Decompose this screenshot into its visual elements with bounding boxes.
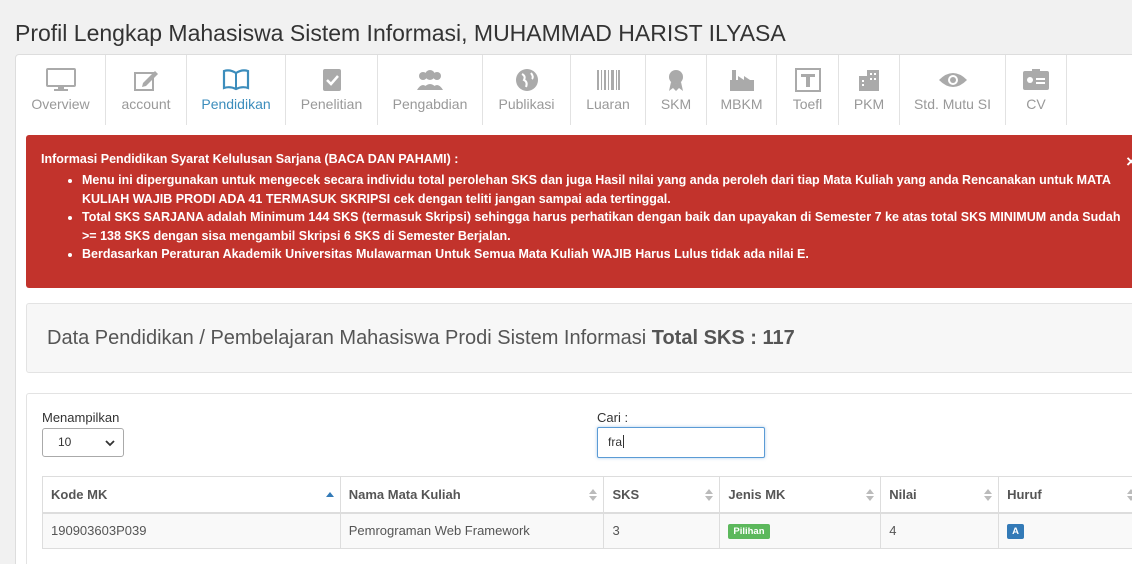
alert-item: Total SKS SARJANA adalah Minimum 144 SKS… <box>82 208 1122 245</box>
tab-luaran[interactable]: Luaran <box>571 55 646 125</box>
tab-label: Overview <box>31 96 90 112</box>
tab-pengabdian[interactable]: Pengabdian <box>378 55 483 125</box>
alert-item: Menu ini dipergunakan untuk mengecek sec… <box>82 171 1122 208</box>
summary-heading: Data Pendidikan / Pembelajaran Mahasiswa… <box>47 327 795 350</box>
header-label: Nama Mata Kuliah <box>348 486 461 502</box>
grade-badge: A <box>1007 524 1024 540</box>
tab-cv[interactable]: CV <box>1006 55 1067 125</box>
barcode-icon <box>597 70 620 90</box>
text-cursor <box>623 435 625 448</box>
jenis-badge: Pilihan <box>728 524 770 540</box>
cell-huruf: A <box>998 512 1132 549</box>
cell-nama-mata-kuliah: Pemrograman Web Framework <box>339 512 605 549</box>
sort-both-icon <box>866 489 875 501</box>
table-row: 190903603P039 Pemrograman Web Framework … <box>42 512 1132 549</box>
summary-box: Data Pendidikan / Pembelajaran Mahasiswa… <box>26 303 1132 373</box>
alert-close-button[interactable]: × <box>1126 152 1132 172</box>
sort-both-icon <box>705 489 714 501</box>
tab-skm[interactable]: SKM <box>646 55 707 125</box>
column-header-nilai[interactable]: Nilai <box>880 476 1000 514</box>
courses-table: Kode MK Nama Mata Kuliah SKS Jenis MK Ni… <box>42 476 1132 549</box>
page-length-select[interactable]: 10 <box>42 428 124 457</box>
requirements-alert: Informasi Pendidikan Syarat Kelulusan Sa… <box>26 135 1132 288</box>
industry-icon <box>729 70 754 91</box>
column-header-huruf[interactable]: Huruf <box>998 476 1132 514</box>
text-t-icon <box>794 68 821 92</box>
tab-overview[interactable]: Overview <box>16 55 106 125</box>
tab-label: Std. Mutu SI <box>913 96 992 112</box>
page-title: Profil Lengkap Mahasiswa Sistem Informas… <box>15 20 786 46</box>
cell-sks: 3 <box>603 512 721 549</box>
globe-icon <box>515 69 538 91</box>
tab-label: MBKM <box>720 96 763 112</box>
page-length-label: Menampilkan <box>42 410 120 425</box>
tab-penelitian[interactable]: Penelitian <box>286 55 378 125</box>
tab-pendidikan[interactable]: Pendidikan <box>187 55 286 125</box>
header-label: Huruf <box>1007 486 1042 502</box>
column-header-sks[interactable]: SKS <box>603 476 721 514</box>
summary-text: Data Pendidikan / Pembelajaran Mahasiswa… <box>47 327 652 349</box>
tab-label: account <box>121 96 171 112</box>
monitor-icon <box>45 68 76 91</box>
tab-label: PKM <box>853 96 885 112</box>
sort-both-icon <box>589 489 598 501</box>
header-label: SKS <box>612 486 640 502</box>
sort-both-icon <box>984 489 993 501</box>
building-icon <box>859 70 879 91</box>
tab-label: Publikasi <box>498 96 555 112</box>
header-label: Kode MK <box>51 486 108 502</box>
users-icon <box>417 70 443 90</box>
cell-nilai: 4 <box>880 512 1000 549</box>
edit-icon <box>134 71 158 91</box>
sort-both-icon <box>1127 489 1132 501</box>
profile-tabs: Overview account Pendidikan Penelitian P… <box>15 54 1132 126</box>
table-header-row: Kode MK Nama Mata Kuliah SKS Jenis MK Ni… <box>42 476 1132 514</box>
sort-asc-icon <box>325 492 334 497</box>
tab-label: CV <box>1026 96 1046 112</box>
tab-label: Pendidikan <box>201 96 271 112</box>
tab-label: Luaran <box>586 96 630 112</box>
search-input-value: fra <box>608 435 623 449</box>
page-length-value: 10 <box>58 435 72 449</box>
search-input[interactable]: fra <box>597 427 765 458</box>
header-label: Nilai <box>889 486 917 502</box>
book-icon <box>222 69 250 91</box>
tab-publikasi[interactable]: Publikasi <box>483 55 571 125</box>
alert-item: Berdasarkan Peraturan Akademik Universit… <box>82 245 1122 264</box>
tab-label: Toefl <box>792 96 823 112</box>
tab-std-mutu-si[interactable]: Std. Mutu SI <box>900 55 1006 125</box>
total-sks: Total SKS : 117 <box>651 327 795 349</box>
tab-account[interactable]: account <box>106 55 187 125</box>
alert-list: Menu ini dipergunakan untuk mengecek sec… <box>82 171 1122 264</box>
cell-jenis-mk: Pilihan <box>719 512 882 549</box>
tab-label: Penelitian <box>300 96 363 112</box>
alert-heading: Informasi Pendidikan Syarat Kelulusan Sa… <box>41 152 459 166</box>
tab-mbkm[interactable]: MBKM <box>707 55 777 125</box>
tab-toefl[interactable]: Toefl <box>777 55 839 125</box>
tab-label: Pengabdian <box>392 96 468 112</box>
chevron-down-icon <box>105 440 115 447</box>
search-label: Cari : <box>597 410 629 425</box>
tab-pkm[interactable]: PKM <box>839 55 900 125</box>
column-header-kode-mk[interactable]: Kode MK <box>42 476 341 514</box>
header-label: Jenis MK <box>728 486 786 502</box>
tab-label: SKM <box>660 96 692 112</box>
checklist-icon <box>322 69 341 91</box>
cell-kode-mk: 190903603P039 <box>42 512 341 549</box>
id-card-icon <box>1023 69 1049 90</box>
column-header-nama-mata-kuliah[interactable]: Nama Mata Kuliah <box>339 476 605 514</box>
certificate-icon <box>669 70 683 91</box>
column-header-jenis-mk[interactable]: Jenis MK <box>719 476 882 514</box>
eye-icon <box>938 73 967 87</box>
